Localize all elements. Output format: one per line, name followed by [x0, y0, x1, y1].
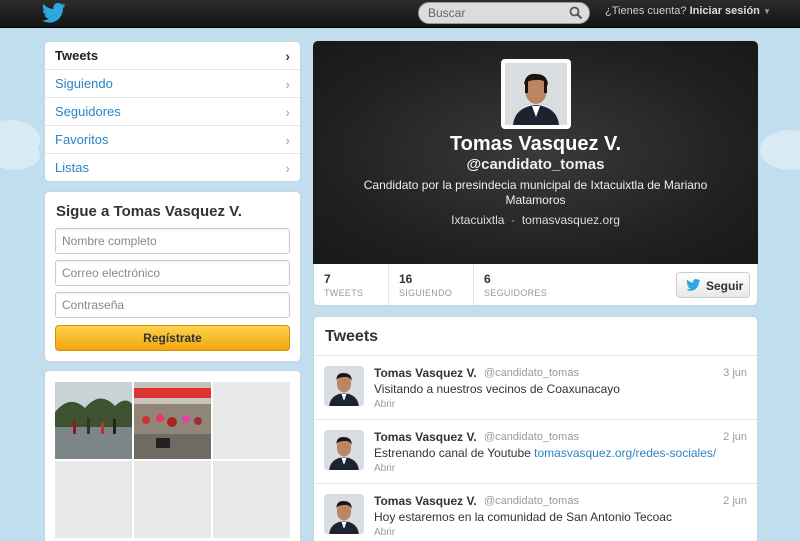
stat-label: TWEETS — [324, 288, 364, 298]
media-gallery — [44, 370, 301, 541]
profile-avatar[interactable] — [501, 59, 571, 129]
nav-item-seguidores[interactable]: Seguidores › — [45, 98, 300, 126]
register-button[interactable]: Regístrate — [55, 325, 290, 351]
stat-tweets[interactable]: 7 TWEETS — [314, 264, 389, 305]
twitter-bird-icon[interactable] — [42, 3, 66, 23]
nav-item-siguiendo[interactable]: Siguiendo › — [45, 70, 300, 98]
caret-down-icon[interactable]: ▼ — [763, 7, 771, 16]
twitter-bird-icon — [686, 279, 701, 291]
tweet-timestamp[interactable]: 2 jun — [723, 495, 747, 507]
tweet-author-handle: @candidato_tomas — [484, 367, 579, 379]
tweet-author-name[interactable]: Tomas Vasquez V. — [374, 366, 477, 380]
nav-item-label: Listas — [55, 160, 89, 175]
full-name-field[interactable] — [55, 228, 290, 254]
profile-bio: Candidato por la presindecia municipal d… — [363, 178, 708, 207]
chevron-right-icon: › — [285, 48, 290, 64]
tweet-author-name[interactable]: Tomas Vasquez V. — [374, 430, 477, 444]
media-thumbnail[interactable] — [134, 382, 211, 459]
tweet-link[interactable]: tomasvasquez.org/redes-sociales/ — [534, 446, 716, 460]
stat-label: SIGUIENDO — [399, 288, 453, 298]
signup-title: Sigue a Tomas Vasquez V. — [56, 203, 242, 220]
tweet-item[interactable]: Tomas Vasquez V. @candidato_tomas 3 jun … — [314, 355, 757, 419]
nav-item-favoritos[interactable]: Favoritos › — [45, 126, 300, 154]
profile-navigation: Tweets › Siguiendo › Seguidores › Favori… — [44, 41, 301, 182]
tweet-item[interactable]: Tomas Vasquez V. @candidato_tomas 2 jun … — [314, 483, 757, 541]
meta-separator: · — [511, 213, 516, 227]
search-box — [418, 2, 590, 24]
tweet-text: Estrenando canal de Youtube tomasvasquez… — [374, 446, 716, 460]
tweet-text: Visitando a nuestros vecinos de Coaxunac… — [374, 382, 620, 396]
follow-label: Seguir — [706, 279, 744, 293]
media-thumbnail-empty — [213, 382, 290, 459]
nav-item-label: Seguidores — [55, 104, 121, 119]
tweet-author-name[interactable]: Tomas Vasquez V. — [374, 494, 477, 508]
nav-item-tweets[interactable]: Tweets › — [45, 42, 300, 70]
search-input[interactable] — [428, 5, 568, 21]
stat-label: SEGUIDORES — [484, 288, 548, 298]
profile-header: Tomas Vasquez V. @candidato_tomas Candid… — [313, 41, 758, 264]
stat-following[interactable]: 16 SIGUIENDO — [389, 264, 474, 305]
stat-count: 6 — [484, 272, 491, 286]
email-field[interactable] — [55, 260, 290, 286]
profile-handle: @candidato_tomas — [466, 156, 605, 173]
profile-meta: Ixtacuixtla · tomasvasquez.org — [313, 213, 758, 227]
search-icon[interactable] — [569, 6, 583, 20]
chevron-right-icon: › — [285, 160, 290, 176]
timeline-title: Tweets — [325, 328, 379, 345]
media-thumbnail[interactable] — [55, 382, 132, 459]
tweet-avatar[interactable] — [324, 366, 364, 406]
chevron-right-icon: › — [285, 132, 290, 148]
tweet-item[interactable]: Tomas Vasquez V. @candidato_tomas 2 jun … — [314, 419, 757, 483]
tweet-author-handle: @candidato_tomas — [484, 495, 579, 507]
tweet-author-handle: @candidato_tomas — [484, 431, 579, 443]
tweet-open-link[interactable]: Abrir — [374, 463, 395, 474]
tweet-timestamp[interactable]: 2 jun — [723, 431, 747, 443]
tweet-timestamp[interactable]: 3 jun — [723, 367, 747, 379]
tweets-timeline: Tweets Tomas Vasquez V. @candidato_tomas… — [313, 316, 758, 541]
tweet-text-content: Visitando a nuestros vecinos de Coaxunac… — [374, 382, 620, 396]
nav-item-label: Favoritos — [55, 132, 109, 147]
tweet-avatar[interactable] — [324, 494, 364, 534]
nav-item-label: Siguiendo — [55, 76, 113, 91]
chevron-right-icon: › — [285, 76, 290, 92]
profile-location: Ixtacuixtla — [451, 213, 505, 227]
background-cloud — [0, 140, 40, 170]
top-navigation-bar: ¿Tienes cuenta? Iniciar sesión ▼ — [0, 0, 800, 28]
background-cloud — [760, 130, 800, 170]
profile-name: Tomas Vasquez V. — [449, 133, 622, 155]
nav-item-listas[interactable]: Listas › — [45, 154, 300, 182]
tweet-text-content: Hoy estaremos en la comunidad de San Ant… — [374, 510, 672, 524]
profile-website-link[interactable]: tomasvasquez.org — [522, 213, 620, 227]
nav-item-label: Tweets — [55, 48, 99, 63]
login-link[interactable]: Iniciar sesión — [690, 5, 760, 17]
tweet-open-link[interactable]: Abrir — [374, 399, 395, 410]
tweet-open-link[interactable]: Abrir — [374, 527, 395, 538]
tweet-avatar[interactable] — [324, 430, 364, 470]
profile-stats: 7 TWEETS 16 SIGUIENDO 6 SEGUIDORES Segui… — [313, 264, 758, 306]
stat-count: 7 — [324, 272, 331, 286]
stat-followers[interactable]: 6 SEGUIDORES — [474, 264, 564, 305]
tweet-text: Hoy estaremos en la comunidad de San Ant… — [374, 510, 672, 524]
follow-button[interactable]: Seguir — [676, 272, 750, 298]
account-menu[interactable]: ¿Tienes cuenta? Iniciar sesión ▼ — [605, 5, 771, 17]
media-thumbnail-empty — [55, 461, 132, 538]
signup-form: Sigue a Tomas Vasquez V. Regístrate — [44, 191, 301, 362]
account-question: ¿Tienes cuenta? — [605, 5, 687, 17]
stat-count: 16 — [399, 272, 413, 286]
chevron-right-icon: › — [285, 104, 290, 120]
tweet-text-content: Estrenando canal de Youtube — [374, 446, 535, 460]
media-thumbnail-empty — [134, 461, 211, 538]
password-field[interactable] — [55, 292, 290, 318]
media-thumbnail-empty — [213, 461, 290, 538]
